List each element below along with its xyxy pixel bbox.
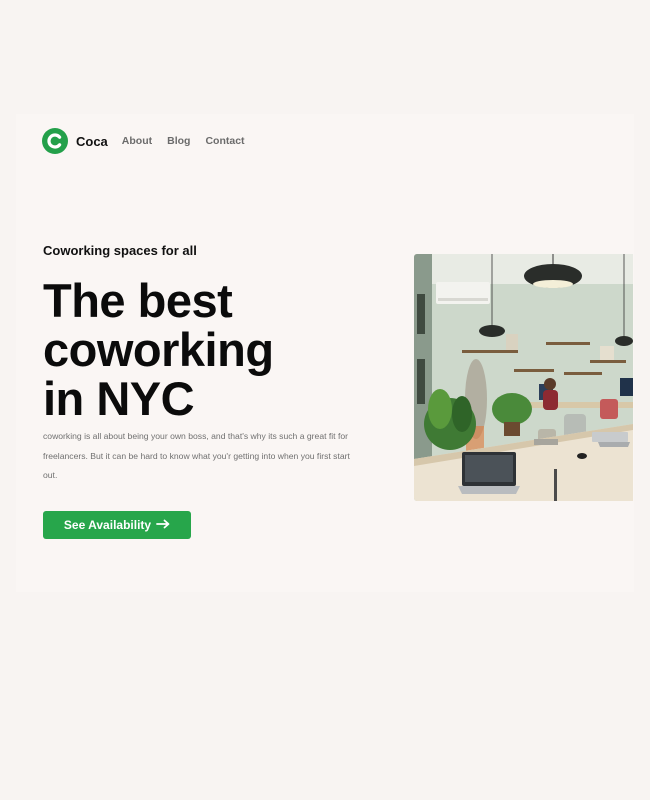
- arrow-right-icon: [156, 518, 170, 532]
- nav-link-contact[interactable]: Contact: [205, 135, 244, 147]
- navbar: Coca About Blog Contact: [42, 127, 245, 155]
- logo-icon[interactable]: [42, 128, 68, 154]
- page: Coca About Blog Contact Coworking spaces…: [0, 0, 650, 800]
- brand-name[interactable]: Coca: [76, 134, 108, 149]
- headline-line-3: in NYC: [43, 372, 195, 425]
- coworking-office-image: [414, 254, 633, 501]
- hero-eyebrow: Coworking spaces for all: [43, 243, 197, 258]
- nav-link-blog[interactable]: Blog: [167, 135, 190, 147]
- nav-link-about[interactable]: About: [122, 135, 152, 147]
- headline-line-2: coworking: [43, 323, 274, 376]
- see-availability-button[interactable]: See Availability: [43, 511, 191, 539]
- nav-links: About Blog Contact: [122, 135, 245, 147]
- cta-label: See Availability: [63, 518, 152, 532]
- hero-description: coworking is all about being your own bo…: [43, 431, 350, 480]
- headline-line-1: The best: [43, 274, 233, 327]
- logo-c-glyph: [47, 133, 62, 149]
- hero-headline: The best coworking in NYC: [43, 276, 363, 423]
